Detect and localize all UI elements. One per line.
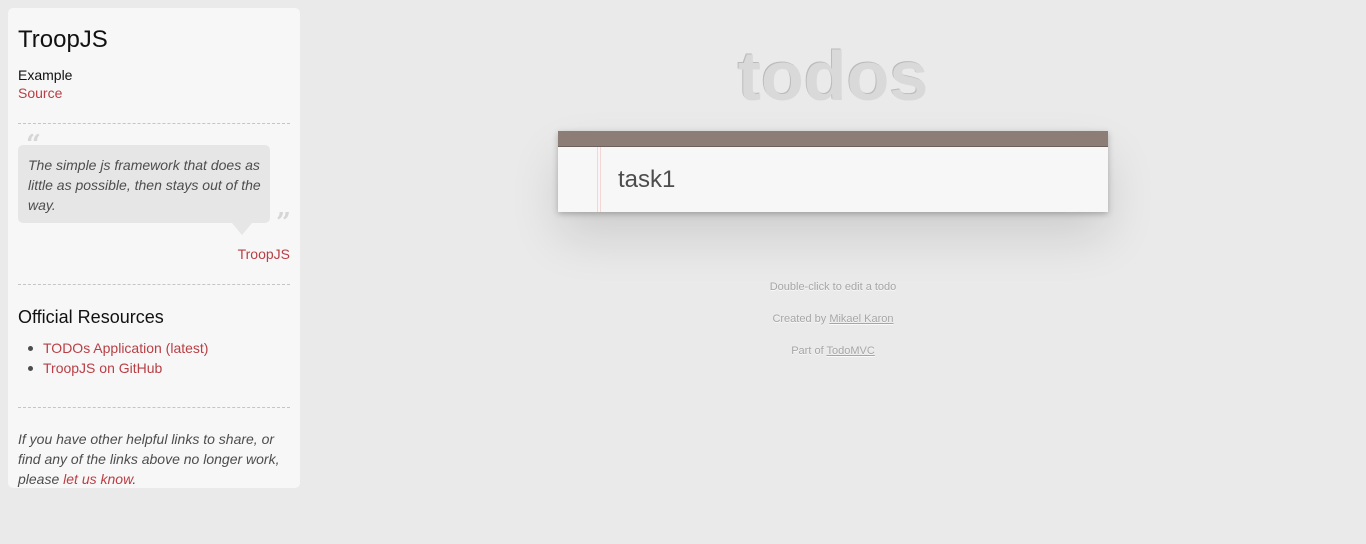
header-bar (558, 131, 1108, 147)
divider (18, 123, 290, 124)
sidebar-subtitle: Example (18, 67, 73, 83)
info-hint: Double-click to edit a todo (769, 281, 897, 293)
info-part-of: Part of TodoMVC (558, 344, 1108, 358)
part-prefix: Part of (791, 345, 827, 357)
quote-tail (232, 223, 252, 235)
sidebar: TroopJS Example Source “ The simple js f… (8, 8, 300, 488)
sidebar-footer: If you have other helpful links to share… (18, 429, 290, 489)
resource-link-github[interactable]: TroopJS on GitHub (43, 360, 162, 376)
info-created: Created by Mikael Karon (558, 312, 1108, 326)
app-title: todos (737, 37, 929, 115)
let-us-know-link[interactable]: let us know (63, 471, 132, 487)
created-prefix: Created by (772, 313, 830, 325)
author-link[interactable]: Mikael Karon (829, 313, 893, 325)
sidebar-title: TroopJS (18, 26, 108, 53)
resource-link-todos-app[interactable]: TODOs Application (latest) (43, 340, 208, 356)
bullet-icon (28, 346, 33, 351)
quote-author-link[interactable]: TroopJS (238, 245, 290, 263)
bullet-icon (28, 366, 33, 371)
todo-app (558, 131, 1108, 212)
close-quote-icon: ” (276, 208, 291, 238)
source-link[interactable]: Source (18, 84, 62, 102)
list-item: TODOs Application (latest) (18, 338, 208, 358)
quote-box: The simple js framework that does as lit… (18, 145, 270, 235)
todomvc-link[interactable]: TodoMVC (826, 345, 874, 357)
divider (18, 284, 290, 285)
resources-list: TODOs Application (latest) TroopJS on Gi… (18, 338, 208, 378)
divider (18, 407, 290, 408)
footer-suffix: . (132, 471, 137, 487)
footer-text: If you have other helpful links to share… (18, 431, 280, 487)
new-todo-input[interactable] (598, 147, 1108, 212)
list-item: TroopJS on GitHub (18, 358, 208, 378)
quote-text: The simple js framework that does as lit… (28, 157, 261, 213)
resources-heading: Official Resources (18, 307, 164, 327)
